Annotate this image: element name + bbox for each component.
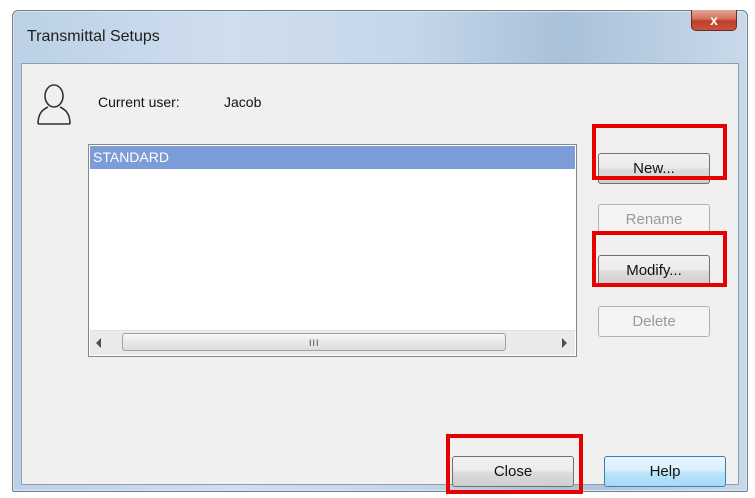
list-item[interactable]: STANDARD [90,146,575,169]
current-user-name: Jacob [224,94,262,110]
setups-listbox[interactable]: STANDARD III [88,144,577,357]
scroll-right-icon[interactable] [562,338,567,348]
scrollbar-grip: III [309,338,320,348]
delete-button[interactable]: Delete [598,306,710,337]
close-button-highlight [446,434,583,494]
scroll-left-icon[interactable] [96,338,101,348]
current-user-label: Current user: [98,94,180,110]
user-icon [37,84,71,125]
scrollbar-thumb[interactable]: III [122,333,506,351]
modify-button-highlight [592,231,727,287]
window-title: Transmittal Setups [27,28,160,45]
close-window-button[interactable]: x [691,10,737,31]
horizontal-scrollbar[interactable]: III [90,330,575,355]
new-button-highlight [592,124,727,180]
help-button[interactable]: Help [604,456,726,487]
